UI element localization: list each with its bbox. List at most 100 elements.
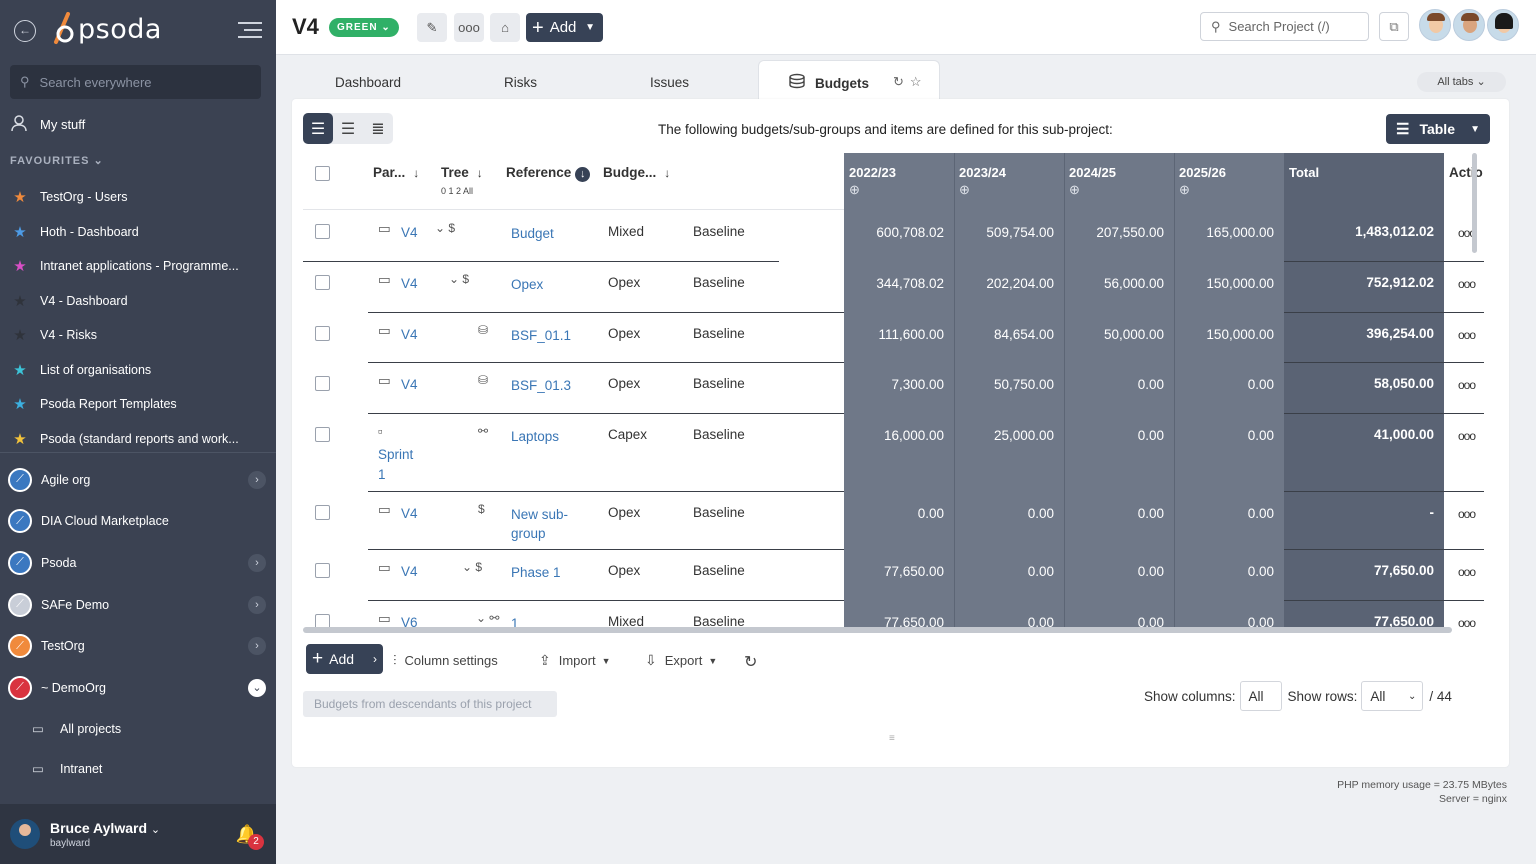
parent-link[interactable]: 1 <box>378 467 386 482</box>
refresh-icon[interactable]: ↻ <box>744 652 757 672</box>
table-row[interactable]: ▭ V4 $ New sub-group Opex Baseline 0.00 0.00 0.0… <box>303 491 1484 550</box>
row-actions-icon[interactable]: ooo <box>1458 565 1476 579</box>
horizontal-scrollbar[interactable] <box>303 627 1452 633</box>
tree-node-icon[interactable]: ⌄ ⚯ <box>476 611 499 625</box>
switch-window-icon[interactable]: ⧉ <box>1379 12 1409 41</box>
list-medium-icon[interactable]: ☰ <box>333 113 363 144</box>
chevron-icon[interactable]: › <box>248 637 266 656</box>
tab-dashboard[interactable]: Dashboard <box>335 75 401 90</box>
org-item[interactable]: ⟋ ~ DemoOrg ⌄ <box>8 667 270 709</box>
back-arrow-icon[interactable]: ← <box>14 20 36 42</box>
parent-link[interactable]: V4 <box>401 377 418 392</box>
vertical-scrollbar[interactable] <box>1472 153 1477 253</box>
org-sub-item[interactable]: ▭ Intranet <box>8 749 270 789</box>
refresh-icon[interactable]: ↻ <box>893 74 910 89</box>
column-year-3[interactable]: 2024/25 ⊕ <box>1069 165 1116 198</box>
favourite-item[interactable]: ★ List of organisations <box>10 353 270 388</box>
row-checkbox[interactable] <box>315 376 330 391</box>
chevron-icon[interactable]: › <box>248 595 266 614</box>
expand-plus-icon[interactable]: ⊕ <box>1179 182 1226 198</box>
collapse-sidebar-icon[interactable] <box>238 22 262 38</box>
reference-link[interactable]: BSF_01.1 <box>511 326 591 345</box>
show-columns-select[interactable]: All <box>1239 681 1282 711</box>
tab-issues[interactable]: Issues <box>650 75 689 90</box>
expand-plus-icon[interactable]: ⊕ <box>1069 182 1116 198</box>
parent-link[interactable]: V6 <box>401 615 418 627</box>
tree-node-icon[interactable]: ⛁ <box>478 373 488 387</box>
column-tree[interactable]: Tree ↓ <box>441 165 483 180</box>
user-menu[interactable]: Bruce Aylward ⌄ baylward 🔔 2 <box>0 804 276 864</box>
column-year-1[interactable]: 2022/23 ⊕ <box>849 165 896 198</box>
resize-handle-icon[interactable]: ≡ <box>889 733 901 744</box>
psoda-logo[interactable]: psoda <box>50 12 162 46</box>
status-badge[interactable]: GREEN ⌄ <box>329 18 399 37</box>
row-actions-icon[interactable]: ooo <box>1458 616 1476 627</box>
table-row[interactable]: ▭ V4 ⛁ BSF_01.1 Opex Baseline 111,600.00 84,654… <box>303 312 1484 363</box>
add-budget-button[interactable]: + Add › <box>306 644 383 674</box>
column-parent[interactable]: Par... ↓ <box>373 165 419 180</box>
expand-plus-icon[interactable]: ⊕ <box>849 182 896 198</box>
parent-link[interactable]: Sprint <box>378 447 413 462</box>
reference-link[interactable]: 1 <box>511 614 591 627</box>
tab-budgets[interactable]: Budgets ↻☆ <box>758 60 940 100</box>
row-actions-icon[interactable]: ooo <box>1458 378 1476 392</box>
table-row[interactable]: ▭ V4 ⌄ $ Opex Opex Baseline 344,708.02 202,204.… <box>303 261 1484 313</box>
row-checkbox[interactable] <box>315 427 330 442</box>
row-checkbox[interactable] <box>315 326 330 341</box>
org-item[interactable]: ⟋ SAFe Demo › <box>8 584 270 626</box>
column-year-2[interactable]: 2023/24 ⊕ <box>959 165 1006 198</box>
select-all-checkbox[interactable] <box>315 166 330 181</box>
my-stuff-link[interactable]: My stuff <box>10 114 85 135</box>
row-checkbox[interactable] <box>315 505 330 520</box>
export-button[interactable]: ⇩ Export ▼ <box>645 652 717 669</box>
star-icon[interactable]: ☆ <box>910 74 928 89</box>
tree-level-selector[interactable]: 0 1 2 All <box>441 186 473 196</box>
global-search-input[interactable]: ⚲ Search everywhere <box>10 65 261 99</box>
row-actions-icon[interactable]: ooo <box>1458 429 1476 443</box>
avatar[interactable] <box>1453 9 1485 41</box>
org-item[interactable]: ⟋ Agile org › <box>8 459 270 501</box>
list-large-icon[interactable]: ☰ <box>303 113 333 144</box>
tree-node-icon[interactable]: ⌄ $ <box>462 560 482 574</box>
row-actions-icon[interactable]: ooo <box>1458 328 1476 342</box>
parent-link[interactable]: V4 <box>401 506 418 521</box>
favourites-heading[interactable]: FAVOURITES ⌄ <box>10 154 104 167</box>
favourite-item[interactable]: ★ Psoda (standard reports and work... <box>10 422 270 457</box>
reference-link[interactable]: Phase 1 <box>511 563 591 582</box>
edit-button[interactable]: ✎ <box>417 13 447 42</box>
row-checkbox[interactable] <box>315 563 330 578</box>
tag-button[interactable]: ⌂ <box>490 13 520 42</box>
tree-node-icon[interactable]: ⚯ <box>478 424 488 438</box>
row-actions-icon[interactable]: ooo <box>1458 277 1476 291</box>
chevron-icon[interactable]: › <box>248 553 266 572</box>
reference-link[interactable]: Laptops <box>511 427 591 446</box>
more-button[interactable]: ooo <box>454 13 484 42</box>
favourite-item[interactable]: ★ Intranet applications - Programme... <box>10 249 270 284</box>
avatar[interactable] <box>1487 9 1519 41</box>
column-year-4[interactable]: 2025/26 ⊕ <box>1179 165 1226 198</box>
favourite-item[interactable]: ★ Psoda Report Templates <box>10 387 270 422</box>
row-checkbox[interactable] <box>315 614 330 627</box>
parent-link[interactable]: V4 <box>401 225 418 240</box>
column-settings-button[interactable]: ⫶ Column settings <box>393 652 498 669</box>
org-sub-item[interactable]: ▭ All projects <box>8 709 270 749</box>
row-checkbox[interactable] <box>315 275 330 290</box>
column-reference[interactable]: Reference ↓ <box>506 165 591 182</box>
tree-node-icon[interactable]: ⌄ $ <box>435 221 455 235</box>
favourite-item[interactable]: ★ TestOrg - Users <box>10 180 270 215</box>
row-checkbox[interactable] <box>315 224 330 239</box>
parent-link[interactable]: V4 <box>401 276 418 291</box>
org-item[interactable]: ⟋ Psoda › <box>8 542 270 584</box>
project-search-input[interactable]: ⚲ Search Project (/) <box>1200 12 1369 41</box>
avatar[interactable] <box>1419 9 1451 41</box>
reference-link[interactable]: Opex <box>511 275 591 294</box>
parent-link[interactable]: V4 <box>401 564 418 579</box>
table-row[interactable]: ▭ V4 ⌄ $ Budget Mixed Baseline 600,708.02 509,7… <box>303 210 1484 262</box>
table-row[interactable]: ▫ Sprint 1 ⚯ Laptops Capex Baseline 16,000.00 25… <box>303 413 1484 492</box>
tree-node-icon[interactable]: $ <box>478 502 485 516</box>
favourite-item[interactable]: ★ Hoth - Dashboard <box>10 215 270 250</box>
descendants-budgets-button[interactable]: Budgets from descendants of this project <box>303 691 557 717</box>
list-compact-icon[interactable]: ≣ <box>363 113 393 144</box>
chevron-icon[interactable]: › <box>248 470 266 489</box>
org-item[interactable]: ⟋ DIA Cloud Marketplace <box>8 501 270 543</box>
